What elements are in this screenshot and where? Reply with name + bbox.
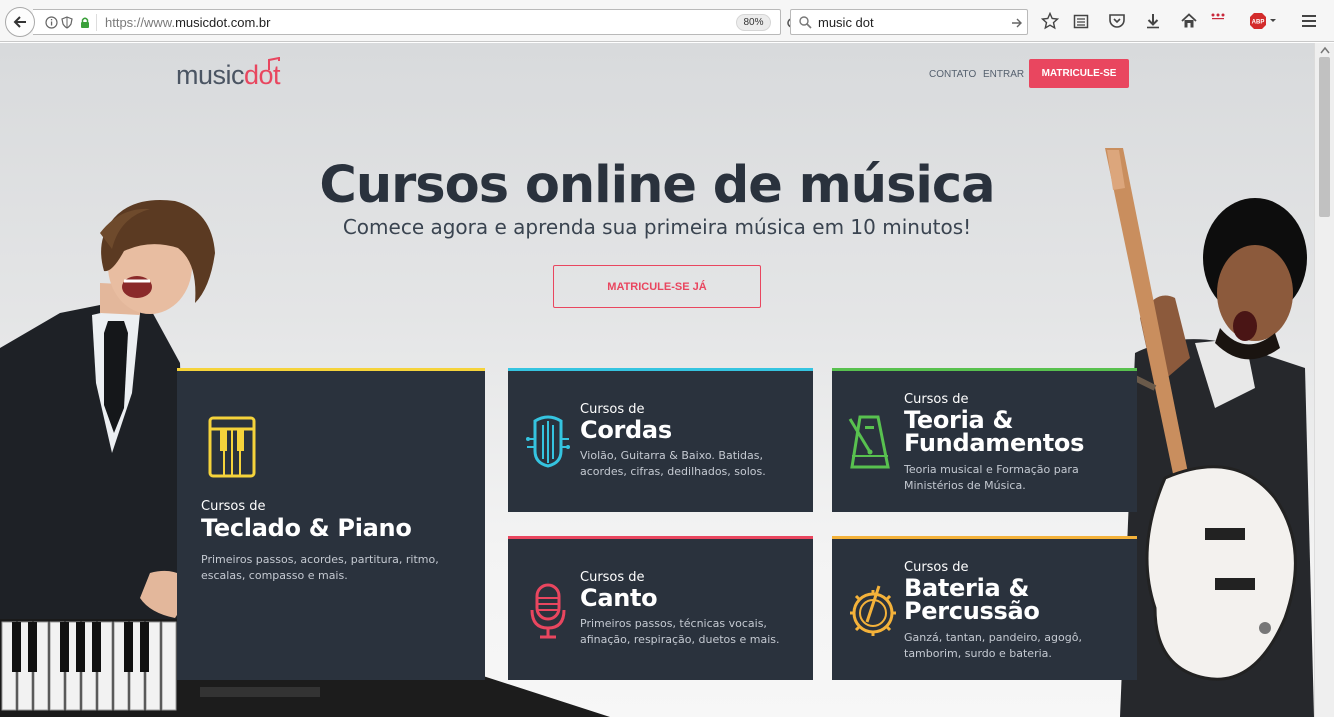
course-card-piano[interactable]: Cursos de Teclado & Piano Primeiros pass… [177, 368, 485, 680]
drum-icon [850, 585, 896, 636]
card-title-line-2: Percussão [904, 597, 1040, 625]
card-pre-label: Cursos de [580, 402, 645, 417]
download-icon[interactable] [1144, 12, 1162, 30]
card-pre-label: Cursos de [904, 392, 969, 407]
url-text[interactable]: https://www.musicdot.com.br [105, 15, 270, 30]
signup-button[interactable]: MATRICULE-SE [1029, 59, 1129, 88]
microphone-icon [530, 583, 566, 639]
guitar-icon [526, 415, 570, 468]
browser-toolbar: https://www.musicdot.com.br 80% music do… [0, 0, 1334, 42]
adblock-icon[interactable]: ABP [1249, 12, 1277, 30]
lock-icon[interactable] [79, 16, 91, 29]
card-description: Violão, Guitarra & Baixo. Batidas, acord… [580, 449, 766, 478]
hero-title: Cursos online de música [319, 156, 995, 215]
card-title: Teclado & Piano [201, 514, 412, 542]
menu-icon[interactable] [1300, 12, 1318, 30]
hero-subtitle: Comece agora e aprenda sua primeira músi… [342, 215, 972, 239]
course-card-singing[interactable]: Cursos de Canto Primeiros passos, técnic… [508, 536, 813, 680]
search-query: music dot [818, 15, 874, 30]
search-icon [799, 16, 812, 29]
arrow-left-icon [13, 16, 26, 28]
info-icon[interactable] [45, 16, 58, 29]
reading-list-icon[interactable] [1072, 12, 1090, 30]
divider [96, 14, 97, 31]
scroll-up-icon[interactable] [1320, 46, 1330, 54]
svg-text:ABP: ABP [1252, 20, 1265, 26]
card-title: Cordas [580, 416, 672, 444]
shield-icon[interactable] [61, 16, 73, 29]
page-viewport: musicdot CONTATO ENTRAR MATRICULE-SE Cur… [0, 43, 1314, 717]
arrow-right-icon[interactable] [1011, 17, 1023, 29]
piano-icon [208, 416, 256, 478]
card-description: Primeiros passos, técnicas vocais, afina… [580, 617, 780, 646]
card-description: Primeiros passos, acordes, partitura, ri… [201, 553, 439, 582]
url-domain: musicdot.com.br [175, 15, 271, 30]
search-bar[interactable]: music dot [790, 9, 1028, 35]
url-prefix: https://www. [105, 15, 176, 30]
enroll-now-button[interactable]: MATRICULE-SE JÁ [553, 265, 761, 308]
card-title-line-2: Fundamentos [904, 429, 1085, 457]
pocket-icon[interactable] [1108, 12, 1126, 30]
music-note-icon [268, 57, 280, 70]
back-button[interactable] [5, 7, 35, 37]
card-pre-label: Cursos de [904, 560, 969, 575]
home-icon[interactable] [1180, 12, 1198, 30]
nav-login-link[interactable]: ENTRAR [983, 69, 1024, 80]
card-pre-label: Cursos de [580, 570, 645, 585]
nav-contact-link[interactable]: CONTATO [929, 69, 976, 80]
extension-dots-icon[interactable] [1210, 12, 1228, 30]
site-logo[interactable]: musicdot [176, 60, 281, 91]
star-icon[interactable] [1041, 12, 1059, 30]
keyboard-photo [0, 619, 180, 717]
scroll-thumb[interactable] [1319, 57, 1330, 217]
address-bar[interactable]: https://www.musicdot.com.br 80% [33, 9, 798, 35]
page-scrollbar[interactable] [1314, 43, 1334, 717]
metronome-icon [848, 415, 890, 469]
logo-prefix: music [176, 60, 245, 90]
zoom-level-badge[interactable]: 80% [736, 14, 771, 31]
card-pre-label: Cursos de [201, 499, 266, 514]
course-card-theory[interactable]: Cursos de Teoria & Fundamentos Teoria mu… [832, 368, 1137, 512]
card-description: Teoria musical e Formação para Ministéri… [904, 463, 1079, 492]
course-card-strings[interactable]: Cursos de Cordas Violão, Guitarra & Baix… [508, 368, 813, 512]
course-card-drums[interactable]: Cursos de Bateria & Percussão Ganzá, tan… [832, 536, 1137, 680]
card-title: Canto [580, 584, 658, 612]
card-description: Ganzá, tantan, pandeiro, agogô, tamborim… [904, 631, 1082, 660]
